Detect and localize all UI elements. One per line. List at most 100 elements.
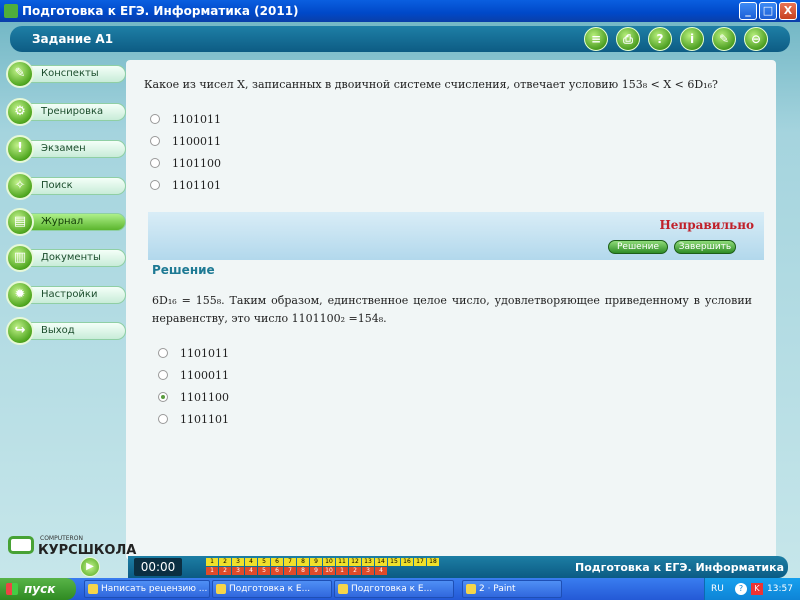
timer: 00:00: [134, 558, 182, 576]
question-number[interactable]: 2: [219, 567, 231, 575]
option-label: 1101011: [172, 112, 221, 126]
training-icon: ⚙: [6, 98, 34, 126]
taskbar-item[interactable]: Подготовка к Е...: [212, 580, 332, 598]
documents-icon: ▥: [6, 244, 34, 272]
start-button[interactable]: пуск: [0, 578, 76, 600]
play-icon[interactable]: ▶: [80, 557, 100, 577]
sidebar-item-settings[interactable]: Настройки ✹: [6, 281, 128, 309]
question-number[interactable]: 17: [414, 558, 426, 566]
question-number[interactable]: 18: [427, 558, 439, 566]
question-number[interactable]: 5: [258, 558, 270, 566]
option-label: 1100011: [180, 368, 229, 382]
question-number[interactable]: 8: [297, 567, 309, 575]
question-number[interactable]: 2: [219, 558, 231, 566]
question-number[interactable]: 1: [336, 567, 348, 575]
question-row-top: 1 2 3 4 5 6 7 8 9 10 11 12 13 14 15 16 17 18: [206, 558, 439, 567]
sidebar-item-label: Документы: [30, 249, 126, 267]
taskbar-item-label: Написать рецензию ...: [101, 584, 208, 594]
sidebar-item-label: Поиск: [30, 177, 126, 195]
sidebar-item-notes[interactable]: Конспекты ✎: [6, 60, 128, 88]
radio-button[interactable]: [150, 158, 160, 168]
solution-text: 6D₁₆ = 155₈. Таким образом, единственное…: [152, 294, 752, 325]
taskbar-item-label: Подготовка к Е...: [351, 584, 433, 594]
minimize-app-icon[interactable]: ⊖: [744, 27, 768, 51]
radio-indicator: [158, 348, 168, 358]
taskbar-item[interactable]: 2 · Paint: [462, 580, 562, 598]
question-number[interactable]: 2: [349, 567, 361, 575]
question-number[interactable]: 1: [206, 558, 218, 566]
solution-button[interactable]: Решение: [608, 240, 668, 254]
sidebar-item-label: Конспекты: [30, 65, 126, 83]
sidebar-item-documents[interactable]: Документы ▥: [6, 244, 128, 272]
question-number[interactable]: 3: [232, 567, 244, 575]
radio-button[interactable]: [150, 180, 160, 190]
question-number[interactable]: 7: [284, 567, 296, 575]
question-number[interactable]: 7: [284, 558, 296, 566]
window-title: Подготовка к ЕГЭ. Информатика (2011): [22, 4, 299, 18]
question-number[interactable]: 8: [297, 558, 309, 566]
antivirus-icon[interactable]: K: [751, 583, 763, 595]
settings-icon: ✹: [6, 281, 34, 309]
question-number[interactable]: 4: [375, 567, 387, 575]
close-button[interactable]: X: [779, 2, 797, 20]
question-number[interactable]: 6: [271, 558, 283, 566]
question-number[interactable]: 15: [388, 558, 400, 566]
sidebar-item-label: Выход: [30, 322, 126, 340]
maximize-button[interactable]: □: [759, 2, 777, 20]
radio-button[interactable]: [150, 136, 160, 146]
taskbar-item[interactable]: Написать рецензию ...: [84, 580, 210, 598]
solution-option: 1101011: [158, 342, 229, 364]
header-bar: Задание А1 ≡ ⎙ ? i ✎ ⊖: [10, 26, 790, 52]
sidebar-item-label: Настройки: [30, 286, 126, 304]
answer-option[interactable]: 1100011: [150, 130, 221, 152]
question-number[interactable]: 4: [245, 567, 257, 575]
sidebar-item-journal[interactable]: Журнал ▤: [6, 208, 128, 236]
question-number[interactable]: 9: [310, 558, 322, 566]
question-text: Какое из чисел X, записанных в двоичной …: [144, 78, 718, 91]
minimize-button[interactable]: _: [739, 2, 757, 20]
question-number[interactable]: 1: [206, 567, 218, 575]
question-number[interactable]: 12: [349, 558, 361, 566]
taskbar-item[interactable]: Подготовка к Е...: [334, 580, 454, 598]
edit-icon[interactable]: ✎: [712, 27, 736, 51]
question-number[interactable]: 11: [336, 558, 348, 566]
taskbar: пуск Написать рецензию ... Подготовка к …: [0, 578, 800, 600]
option-label: 1101101: [172, 178, 221, 192]
info-icon[interactable]: i: [680, 27, 704, 51]
answer-option[interactable]: 1101101: [150, 174, 221, 196]
question-number[interactable]: 16: [401, 558, 413, 566]
question-number[interactable]: 5: [258, 567, 270, 575]
print-icon[interactable]: ⎙: [616, 27, 640, 51]
contents-icon[interactable]: ≡: [584, 27, 608, 51]
feedback-panel: Неправильно Решение Завершить: [148, 212, 764, 260]
task-label: Задание А1: [32, 32, 114, 46]
solution-option: 1101101: [158, 408, 229, 430]
question-number[interactable]: 10: [323, 567, 335, 575]
question-number[interactable]: 14: [375, 558, 387, 566]
sidebar-item-exit[interactable]: Выход ↪: [6, 317, 128, 345]
question-number[interactable]: 9: [310, 567, 322, 575]
question-number[interactable]: 3: [362, 567, 374, 575]
question-navigator: 1 2 3 4 5 6 7 8 9 10 11 12 13 14 15 16 17 18 1 2 3 4 5 6 7 8 9 10 1…: [206, 558, 444, 576]
answer-option[interactable]: 1101011: [150, 108, 221, 130]
language-indicator[interactable]: RU: [711, 578, 724, 600]
answer-option[interactable]: 1101100: [150, 152, 221, 174]
sidebar-item-label: Журнал: [30, 213, 126, 231]
sidebar-item-label: Экзамен: [30, 140, 126, 158]
option-label: 1101011: [180, 346, 229, 360]
sidebar-item-exam[interactable]: Экзамен !: [6, 135, 128, 163]
help-icon[interactable]: ?: [735, 583, 747, 595]
question-number[interactable]: 10: [323, 558, 335, 566]
option-label: 1100011: [172, 134, 221, 148]
help-icon[interactable]: ?: [648, 27, 672, 51]
finish-button[interactable]: Завершить: [674, 240, 736, 254]
sidebar-item-training[interactable]: Тренировка ⚙: [6, 98, 128, 126]
question-number[interactable]: 3: [232, 558, 244, 566]
exit-icon: ↪: [6, 317, 34, 345]
question-number[interactable]: 13: [362, 558, 374, 566]
radio-button[interactable]: [150, 114, 160, 124]
sidebar-item-search[interactable]: Поиск ✧: [6, 172, 128, 200]
question-number[interactable]: 4: [245, 558, 257, 566]
question-number[interactable]: 6: [271, 567, 283, 575]
logo-text: КУРСШКОЛА: [38, 543, 137, 558]
